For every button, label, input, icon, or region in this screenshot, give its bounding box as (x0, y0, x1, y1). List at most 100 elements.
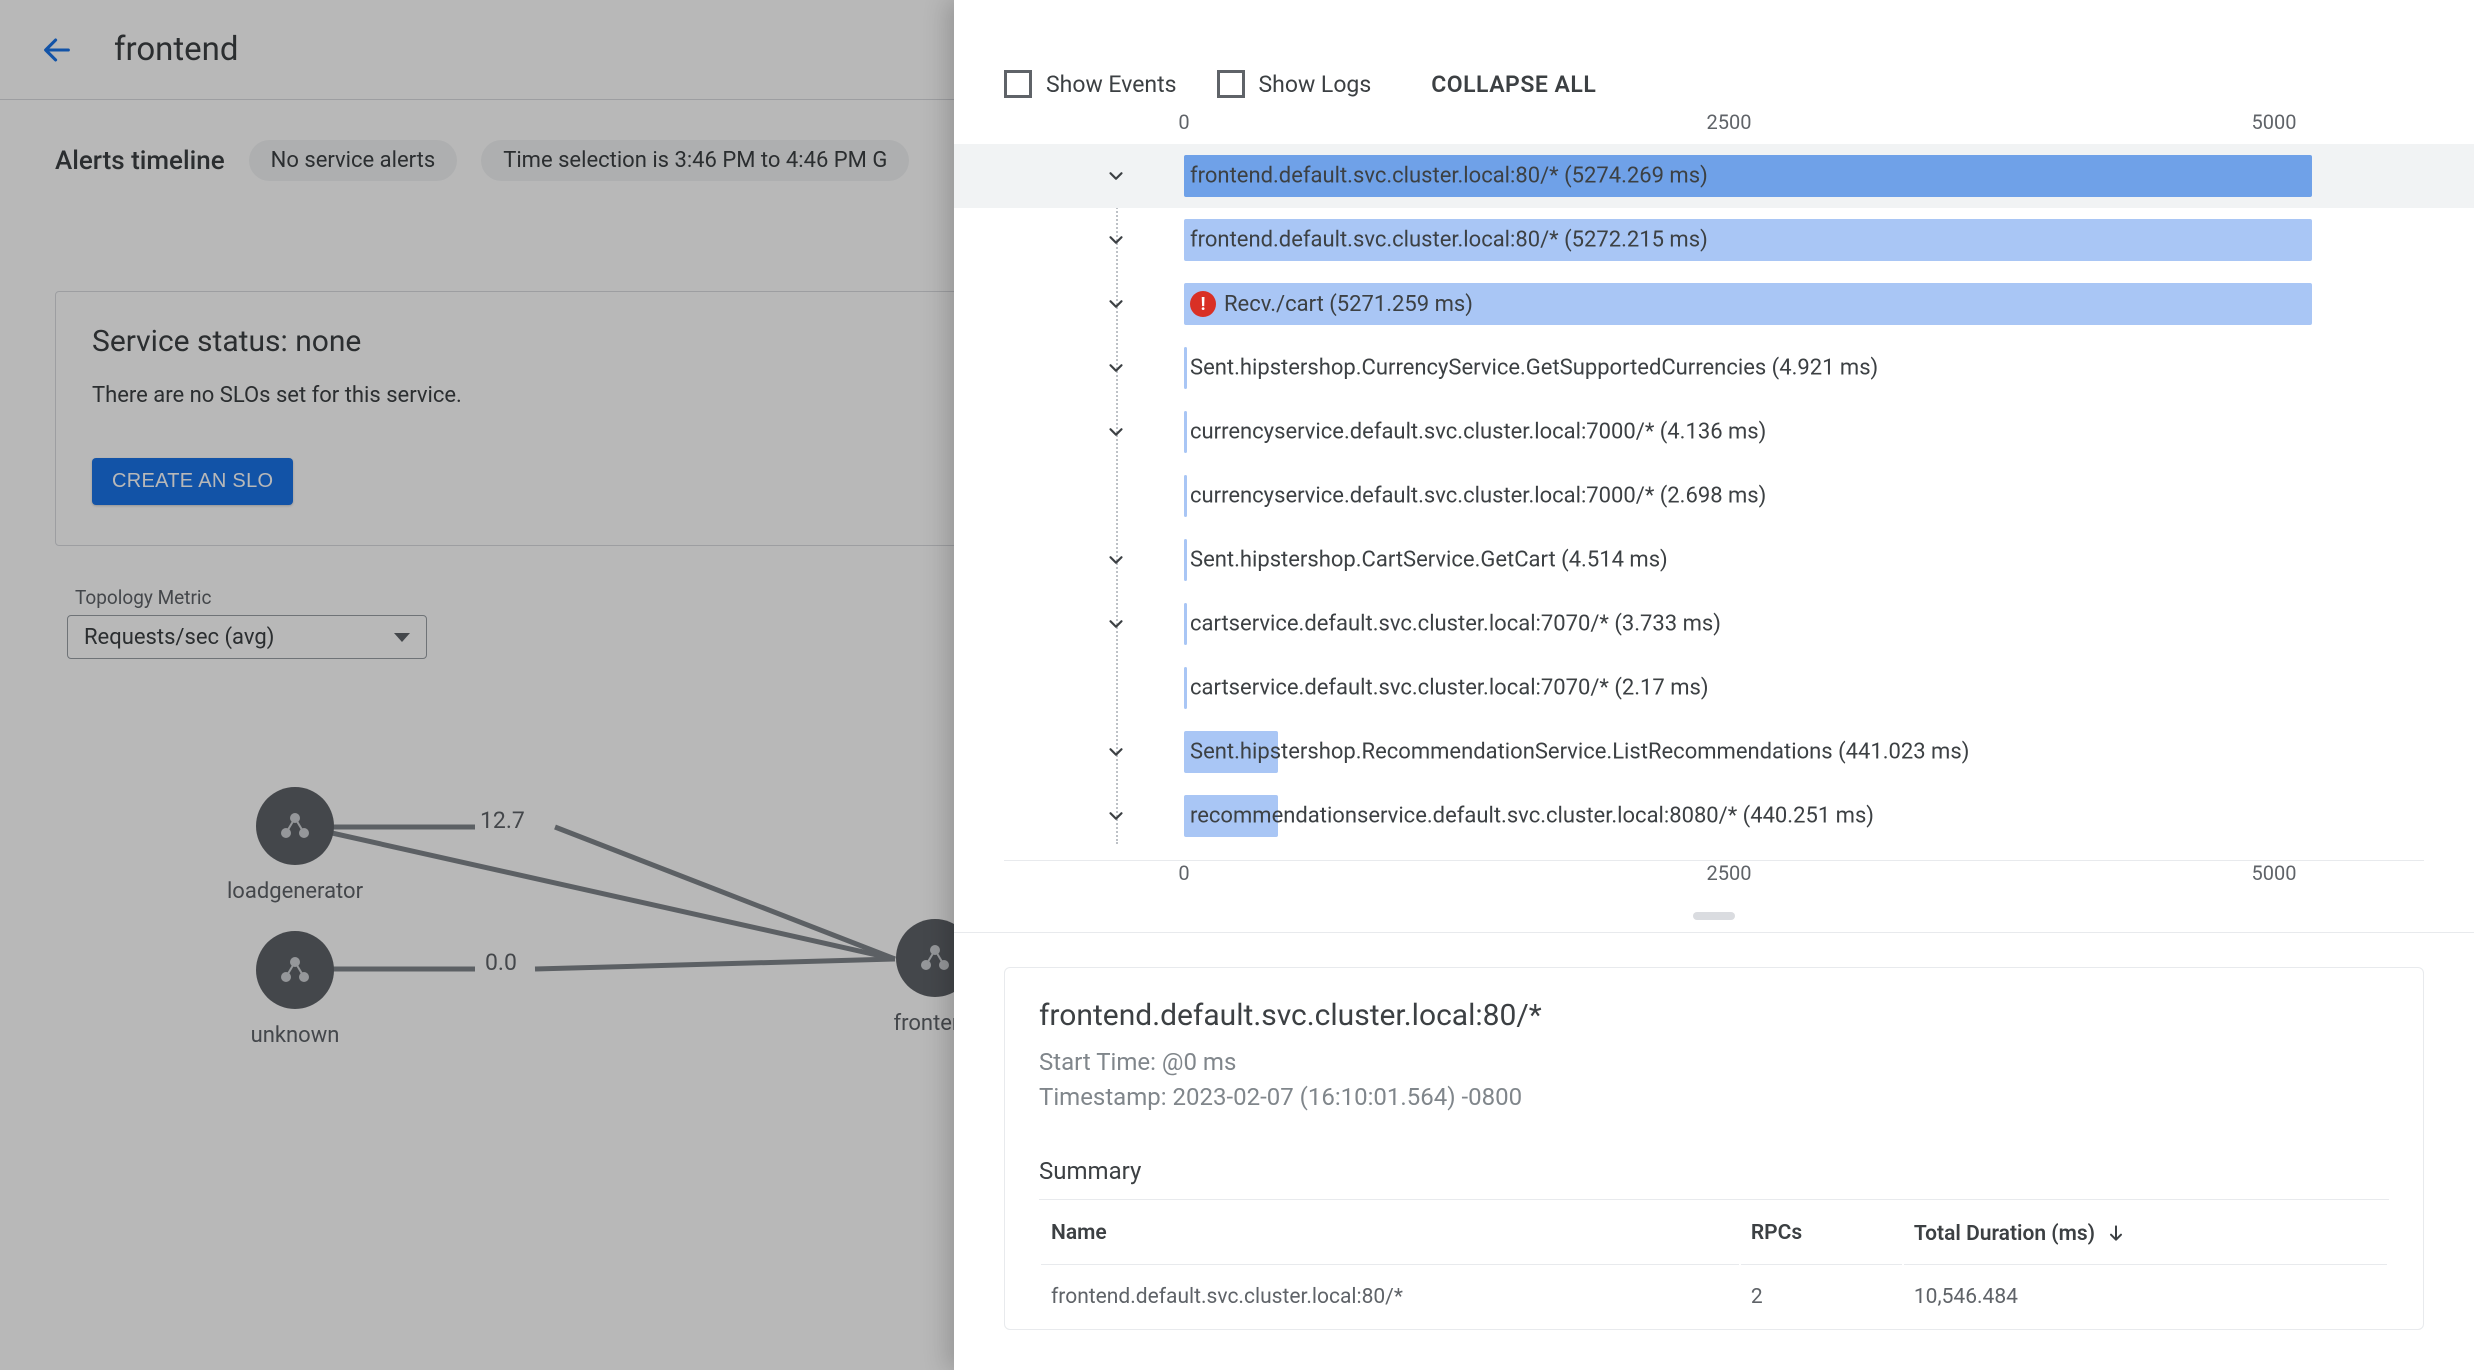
col-rpcs[interactable]: RPCs (1741, 1202, 1902, 1265)
service-status-desc: There are no SLOs set for this service. (92, 383, 1038, 408)
span-bar[interactable] (1184, 347, 1187, 389)
span-bar[interactable] (1184, 667, 1187, 709)
node-loadgenerator[interactable]: loadgenerator (215, 787, 375, 904)
trace-span-row[interactable]: Sent.hipstershop.CurrencyService.GetSupp… (954, 336, 2474, 400)
span-label: currencyservice.default.svc.cluster.loca… (1190, 420, 1766, 445)
span-label: currencyservice.default.svc.cluster.loca… (1190, 484, 1766, 509)
axis-tick: 2500 (1707, 861, 1752, 885)
span-bar[interactable] (1184, 411, 1187, 453)
show-events-checkbox[interactable]: Show Events (1004, 70, 1177, 98)
span-label: Sent.hipstershop.CartService.GetCart (4.… (1190, 548, 1668, 573)
span-label-text: currencyservice.default.svc.cluster.loca… (1190, 420, 1766, 445)
span-label: frontend.default.svc.cluster.local:80/* … (1190, 228, 1708, 253)
chevron-down-icon[interactable] (1104, 548, 1128, 572)
span-label: cartservice.default.svc.cluster.local:70… (1190, 612, 1721, 637)
topology-metric-select[interactable]: Requests/sec (avg) (67, 615, 427, 659)
trace-axis-bottom: 0 2500 5000 (1004, 860, 2424, 894)
span-label-text: currencyservice.default.svc.cluster.loca… (1190, 484, 1766, 509)
trace-span-row[interactable]: Sent.hipstershop.CartService.GetCart (4.… (954, 528, 2474, 592)
span-label: recommendationservice.default.svc.cluste… (1190, 804, 1874, 829)
col-name[interactable]: Name (1041, 1202, 1739, 1265)
panel-drag-handle[interactable] (1693, 912, 1735, 920)
service-status-card: Service status: none There are no SLOs s… (55, 291, 1075, 546)
span-label: Sent.hipstershop.RecommendationService.L… (1190, 740, 1969, 765)
span-bar[interactable] (1184, 475, 1187, 517)
span-label: Sent.hipstershop.CurrencyService.GetSupp… (1190, 356, 1878, 381)
span-label: frontend.default.svc.cluster.local:80/* … (1190, 164, 1708, 189)
trace-span-row[interactable]: currencyservice.default.svc.cluster.loca… (954, 464, 2474, 528)
span-bar[interactable] (1184, 603, 1187, 645)
chevron-down-icon[interactable] (1104, 740, 1128, 764)
cell-total: 10,546.484 (1904, 1267, 2387, 1327)
span-label-text: Sent.hipstershop.CurrencyService.GetSupp… (1190, 356, 1878, 381)
show-logs-checkbox[interactable]: Show Logs (1217, 70, 1372, 98)
time-selection-pill[interactable]: Time selection is 3:46 PM to 4:46 PM G (481, 140, 909, 181)
chevron-down-icon[interactable] (1104, 420, 1128, 444)
dropdown-caret-icon (394, 633, 410, 642)
span-label-text: Sent.hipstershop.RecommendationService.L… (1190, 740, 1969, 765)
sort-desc-icon (2106, 1223, 2126, 1249)
span-label-text: Recv./cart (5271.259 ms) (1224, 292, 1473, 317)
trace-controls: Show Events Show Logs COLLAPSE ALL (1004, 70, 2424, 98)
axis-tick: 5000 (2252, 110, 2297, 134)
span-timestamp: Timestamp: 2023-02-07 (16:10:01.564) -08… (1039, 1080, 2389, 1115)
span-label: ! Recv./cart (5271.259 ms) (1190, 291, 1473, 317)
service-node-icon (256, 787, 334, 865)
trace-span-row[interactable]: Sent.hipstershop.RecommendationService.L… (954, 720, 2474, 784)
span-bar[interactable] (1184, 539, 1187, 581)
cell-rpcs: 2 (1741, 1267, 1902, 1327)
axis-tick: 0 (1178, 861, 1189, 885)
table-row[interactable]: frontend.default.svc.cluster.local:80/*2… (1041, 1267, 2387, 1327)
checkbox-icon (1004, 70, 1032, 98)
span-start-time: Start Time: @0 ms (1039, 1045, 2389, 1080)
trace-span-row[interactable]: recommendationservice.default.svc.cluste… (954, 784, 2474, 848)
span-details: frontend.default.svc.cluster.local:80/* … (954, 932, 2474, 1330)
page-title: frontend (114, 30, 239, 69)
edge-label-loadgen: 12.7 (480, 807, 525, 834)
show-events-label: Show Events (1046, 71, 1177, 98)
span-label-text: cartservice.default.svc.cluster.local:70… (1190, 676, 1709, 701)
chevron-down-icon[interactable] (1104, 612, 1128, 636)
chevron-down-icon[interactable] (1104, 292, 1128, 316)
checkbox-icon (1217, 70, 1245, 98)
node-label: unknown (215, 1023, 375, 1048)
axis-tick: 5000 (2252, 861, 2297, 885)
trace-span-row[interactable]: frontend.default.svc.cluster.local:80/* … (954, 208, 2474, 272)
topology-metric-value: Requests/sec (avg) (84, 625, 274, 650)
create-slo-button[interactable]: CREATE AN SLO (92, 458, 293, 505)
node-label: loadgenerator (215, 879, 375, 904)
edge-label-unknown: 0.0 (485, 949, 517, 976)
error-icon: ! (1190, 291, 1216, 317)
summary-table: Name RPCs Total Duration (ms) frontend.d… (1039, 1199, 2389, 1329)
axis-tick: 0 (1178, 110, 1189, 134)
axis-tick: 2500 (1707, 110, 1752, 134)
col-duration-label: Total Duration (ms) (1914, 1222, 2095, 1246)
span-label-text: cartservice.default.svc.cluster.local:70… (1190, 612, 1721, 637)
span-label-text: Sent.hipstershop.CartService.GetCart (4.… (1190, 548, 1668, 573)
trace-span-row[interactable]: ! Recv./cart (5271.259 ms) (954, 272, 2474, 336)
show-logs-label: Show Logs (1259, 71, 1372, 98)
back-arrow-icon[interactable] (40, 33, 74, 67)
span-label-text: frontend.default.svc.cluster.local:80/* … (1190, 164, 1708, 189)
chevron-down-icon[interactable] (1104, 356, 1128, 380)
trace-axis-top: 0 2500 5000 (1004, 110, 2424, 144)
chevron-down-icon[interactable] (1104, 164, 1128, 188)
node-unknown[interactable]: unknown (215, 931, 375, 1048)
service-status-title: Service status: none (92, 324, 1038, 359)
trace-span-row[interactable]: cartservice.default.svc.cluster.local:70… (954, 592, 2474, 656)
span-label: cartservice.default.svc.cluster.local:70… (1190, 676, 1709, 701)
chevron-down-icon[interactable] (1104, 228, 1128, 252)
trace-waterfall[interactable]: frontend.default.svc.cluster.local:80/* … (954, 144, 2474, 848)
summary-heading: Summary (1039, 1157, 2389, 1185)
trace-details-panel: Show Events Show Logs COLLAPSE ALL 0 250… (954, 0, 2474, 1370)
trace-span-row[interactable]: currencyservice.default.svc.cluster.loca… (954, 400, 2474, 464)
collapse-all-button[interactable]: COLLAPSE ALL (1431, 71, 1596, 98)
alerts-timeline-title: Alerts timeline (55, 146, 225, 176)
trace-span-row[interactable]: cartservice.default.svc.cluster.local:70… (954, 656, 2474, 720)
col-duration[interactable]: Total Duration (ms) (1904, 1202, 2387, 1265)
trace-span-row[interactable]: frontend.default.svc.cluster.local:80/* … (954, 144, 2474, 208)
chevron-down-icon[interactable] (1104, 804, 1128, 828)
span-label-text: recommendationservice.default.svc.cluste… (1190, 804, 1874, 829)
span-label-text: frontend.default.svc.cluster.local:80/* … (1190, 228, 1708, 253)
service-node-icon (256, 931, 334, 1009)
